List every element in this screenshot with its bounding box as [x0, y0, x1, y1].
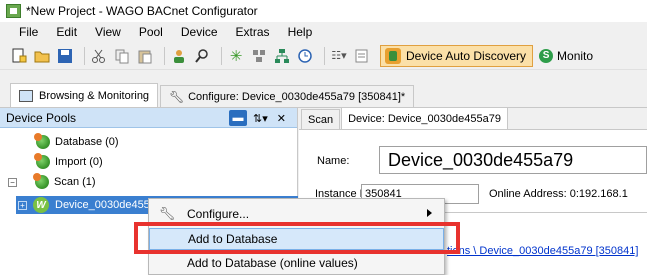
wrench-icon: 🔧︎ [169, 89, 185, 104]
pool-icon [34, 133, 50, 149]
cut-icon[interactable] [90, 47, 108, 65]
detail-tabs: Scan Device: Device_0030de455a79 [299, 107, 647, 130]
online-address: Online Address: 0:192.168.1 [489, 188, 628, 200]
new-project-icon[interactable] [10, 47, 28, 65]
wago-device-icon: W [33, 197, 49, 213]
tab-device[interactable]: Device: Device_0030de455a79 [341, 107, 508, 129]
copy-icon[interactable] [113, 47, 131, 65]
pool-icon [34, 153, 50, 169]
menu-view[interactable]: View [86, 25, 130, 39]
name-label: Name: [317, 155, 350, 167]
title-bar: *New Project - WAGO BACnet Configurator [0, 0, 647, 22]
tab-label: Configure: Device_0030de455a79 [350841]* [188, 90, 406, 103]
menu-item-add-online-values[interactable]: Add to Database (online values) [149, 252, 444, 274]
menu-pool[interactable]: Pool [130, 25, 172, 39]
menu-device[interactable]: Device [172, 25, 227, 39]
toolbar-separator [324, 46, 325, 65]
menu-item-configure[interactable]: 🔧︎ Configure... [149, 203, 444, 225]
open-folder-icon[interactable] [33, 47, 51, 65]
main-tabs: Browsing & Monitoring 🔧︎ Configure: Devi… [0, 82, 647, 108]
save-icon[interactable] [56, 47, 74, 65]
sort-icon[interactable]: ⇅▾ [250, 110, 271, 126]
close-icon[interactable]: ✕ [274, 110, 289, 126]
menu-item-label: Add to Database (online values) [187, 256, 358, 270]
toolbar-separator [221, 46, 222, 65]
device-name-field[interactable]: Device_0030de455a79 [379, 146, 647, 174]
user-icon[interactable] [170, 47, 188, 65]
menu-file[interactable]: File [10, 25, 47, 39]
expand-toggle[interactable]: + [18, 200, 27, 210]
collapse-toggle[interactable]: − [8, 177, 17, 187]
star-icon[interactable]: ✳ [227, 47, 245, 65]
window-title: *New Project - WAGO BACnet Configurator [26, 4, 258, 18]
device-path-link[interactable]: tions \ Device_0030de455a79 [350841] [447, 245, 638, 257]
search-icon[interactable] [193, 47, 211, 65]
panel-title: Device Pools [6, 110, 77, 125]
tree-item-database[interactable]: Database (0) [34, 133, 119, 150]
tree-item-import[interactable]: Import (0) [34, 153, 103, 170]
tab-browsing-monitoring[interactable]: Browsing & Monitoring [10, 83, 159, 107]
device-pools-header: Device Pools ▬ ⇅▾ ✕ [0, 108, 297, 128]
tree-item-label: Scan (1) [54, 176, 96, 188]
app-icon [6, 4, 21, 18]
tree-item-label: Import (0) [55, 156, 103, 168]
toolbar: ✳ ☷▾ Device Auto Discovery S Monito [0, 42, 647, 70]
network-icon[interactable] [250, 47, 268, 65]
clock-icon[interactable] [296, 47, 314, 65]
tab-label: Browsing & Monitoring [39, 89, 150, 102]
monitor-label: Monito [557, 48, 594, 63]
monitor-screen-icon [19, 89, 33, 102]
menu-item-label: Add to Database [188, 232, 278, 246]
toolbar-separator [164, 46, 165, 65]
tab-scan[interactable]: Scan [301, 109, 341, 129]
discovery-label: Device Auto Discovery [406, 48, 527, 63]
discovery-icon [385, 47, 401, 64]
wrench-icon: 🔧︎ [158, 206, 176, 221]
menu-help[interactable]: Help [279, 25, 322, 39]
submenu-arrow-icon [427, 209, 432, 217]
monitor-icon: S [539, 48, 554, 63]
tab-configure[interactable]: 🔧︎ Configure: Device_0030de455a79 [35084… [160, 85, 415, 107]
menu-edit[interactable]: Edit [47, 25, 86, 39]
tree-item-scan[interactable]: − Scan (1) [8, 173, 96, 190]
hierarchy-icon[interactable] [273, 47, 291, 65]
folder-icon[interactable]: ▬ [229, 110, 248, 126]
pool-icon [33, 173, 49, 189]
panel-tools: ▬ ⇅▾ ✕ [226, 110, 289, 126]
report-icon[interactable] [353, 47, 371, 65]
menu-item-label: Configure... [187, 207, 250, 221]
tree-item-label: Database (0) [55, 136, 119, 148]
device-auto-discovery-button[interactable]: Device Auto Discovery [380, 44, 534, 67]
monitor-button[interactable]: S Monito [539, 45, 593, 67]
paste-icon[interactable] [136, 47, 154, 65]
menu-bar: File Edit View Pool Device Extras Help [0, 22, 647, 42]
menu-extras[interactable]: Extras [227, 25, 279, 39]
list-icon[interactable]: ☷▾ [330, 47, 348, 65]
context-menu: 🔧︎ Configure... Add to Database Add to D… [148, 198, 445, 275]
menu-item-add-to-database[interactable]: Add to Database [149, 228, 444, 250]
toolbar-separator [84, 46, 85, 65]
